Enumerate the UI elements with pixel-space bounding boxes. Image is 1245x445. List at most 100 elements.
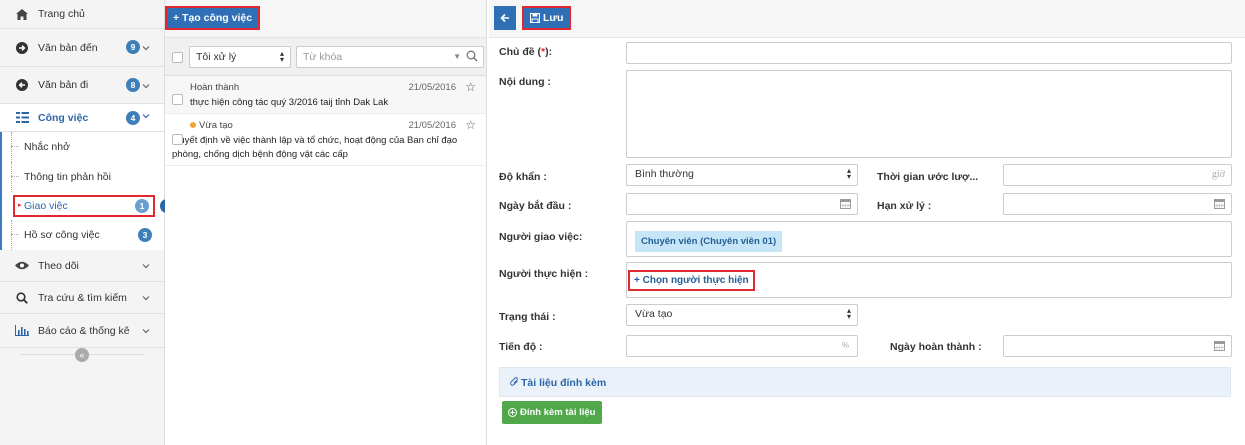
choose-performer-link[interactable]: + Chọn người thực hiện (628, 270, 755, 291)
progress-input[interactable]: % (626, 335, 858, 357)
sidebar-subitem-feedback[interactable]: Thông tin phản hồi (0, 162, 164, 192)
calendar-icon[interactable] (1214, 340, 1225, 351)
urgency-label: Độ khẩn : (499, 171, 547, 183)
search-icon[interactable] (466, 50, 478, 62)
deadline-input[interactable] (1003, 193, 1232, 215)
chevron-down-icon (142, 296, 150, 301)
count-badge: 8 (126, 78, 140, 92)
sidebar-item-label: Theo dõi (38, 259, 79, 272)
select-all-checkbox[interactable] (172, 52, 183, 63)
sidebar-subitem-label: Nhắc nhở (24, 141, 70, 153)
plus-circle-icon (508, 408, 517, 417)
save-button-label: Lưu (543, 12, 564, 24)
create-task-button[interactable]: + Tạo công việc (165, 6, 261, 30)
subject-label: Chủ đề (*): (499, 46, 553, 58)
search-icon (14, 291, 30, 304)
count-badge: 3 (138, 228, 152, 242)
task-list-panel: + Tạo công việc Tôi xử lý ▴ ▾ Từ khóa ▼ H… (165, 0, 487, 445)
sidebar-item-incoming-docs[interactable]: Văn bản đến 9 (0, 29, 164, 67)
search-placeholder: Từ khóa (303, 51, 343, 63)
task-form-panel: Lưu Chủ đề (*): Nội dung : Độ khẩn : Bìn… (489, 0, 1245, 445)
attachments-title: Tài liệu đính kèm (510, 377, 606, 389)
est-time-label: Thời gian ước lượ... (877, 171, 979, 183)
deadline-label: Hạn xử lý : (877, 200, 932, 212)
sidebar-item-lookup[interactable]: Tra cứu & tìm kiếm (0, 282, 164, 314)
back-button[interactable] (494, 6, 516, 30)
hours-suffix: giờ (1211, 169, 1225, 180)
filter-select-value: Tôi xử lý (196, 51, 237, 63)
task-status: Hoàn thành (190, 82, 240, 93)
sidebar-item-label: Văn bản đến (38, 41, 98, 54)
eye-icon (14, 261, 30, 270)
urgency-value: Bình thường (635, 168, 694, 180)
performer-field: + Chọn người thực hiện (626, 262, 1232, 298)
star-icon[interactable]: ☆ (465, 80, 476, 94)
content-textarea[interactable] (626, 70, 1232, 158)
sidebar-item-label: Văn bản đi (38, 79, 89, 91)
status-select[interactable]: Vừa tạo ▴ ▾ (626, 304, 858, 326)
task-status: Vừa tạo (199, 120, 233, 131)
sidebar-item-label: Báo cáo & thống kê (38, 324, 130, 337)
chevron-down-icon (142, 264, 150, 269)
sidebar-item-tasks[interactable]: Công việc 4 (0, 104, 164, 132)
completion-date-label: Ngày hoàn thành : (890, 341, 982, 353)
task-title: thực hiện công tác quý 3/2016 taij tỉnh … (190, 97, 389, 108)
assigner-field: Chuyên viên (Chuyên viên 01) (626, 221, 1232, 257)
task-row[interactable]: Vừa tạo 21/05/2016 ☆ Quyết định về việc … (165, 114, 486, 166)
home-icon (14, 8, 30, 20)
dropdown-arrow-icon[interactable]: ▼ (453, 52, 461, 61)
sidebar-item-outgoing-docs[interactable]: Văn bản đi 8 (0, 67, 164, 104)
arrow-left-icon (500, 13, 509, 23)
calendar-icon[interactable] (1214, 198, 1225, 209)
performer-label: Người thực hiện : (499, 268, 589, 280)
sidebar-subitem-task-files[interactable]: Hồ sơ công việc 3 (0, 220, 164, 250)
list-toolbar: + Tạo công việc (165, 0, 486, 38)
completion-date-input[interactable] (1003, 335, 1232, 357)
task-checkbox[interactable] (172, 134, 183, 145)
percent-suffix: % (841, 341, 849, 350)
sidebar-item-tracking[interactable]: Theo dõi (0, 250, 164, 282)
calendar-icon[interactable] (840, 198, 851, 209)
task-row[interactable]: Hoàn thành 21/05/2016 ☆ thực hiện công t… (165, 76, 486, 114)
double-chevron-left-icon[interactable]: « (75, 348, 89, 362)
subject-input[interactable] (626, 42, 1232, 64)
sidebar-subitem-reminders[interactable]: Nhắc nhở (0, 132, 164, 162)
select-arrows-icon: ▴ ▾ (279, 49, 284, 64)
star-icon[interactable]: ☆ (465, 118, 476, 132)
sidebar-subitem-assign[interactable]: ▸ Giao việc 1 (0, 192, 171, 220)
filter-row: Tôi xử lý ▴ ▾ Từ khóa ▼ (165, 38, 486, 76)
progress-label: Tiến độ : (499, 341, 543, 353)
arrow-circle-left-icon (14, 79, 30, 91)
start-date-label: Ngày bắt đầu : (499, 200, 572, 212)
sidebar-subitem-label: Hồ sơ công việc (24, 229, 100, 241)
status-dot (190, 122, 196, 128)
assigner-label: Người giao việc: (499, 231, 583, 243)
assigner-chip: Chuyên viên (Chuyên viên 01) (635, 231, 783, 252)
sidebar-item-home[interactable]: Trang chủ (0, 0, 164, 29)
filter-select[interactable]: Tôi xử lý ▴ ▾ (189, 46, 291, 68)
count-badge: 4 (126, 111, 140, 125)
attachments-section-header: Tài liệu đính kèm (499, 367, 1231, 397)
start-date-input[interactable] (626, 193, 858, 215)
save-button[interactable]: Lưu (522, 6, 572, 30)
task-checkbox[interactable] (172, 94, 183, 105)
floppy-disk-icon (530, 13, 540, 23)
paperclip-icon (510, 377, 518, 386)
attach-file-button[interactable]: Đính kèm tài liệu (502, 401, 602, 424)
est-time-input[interactable]: giờ (1003, 164, 1232, 186)
count-badge: 9 (126, 40, 140, 54)
search-input[interactable]: Từ khóa ▼ (296, 46, 484, 68)
caret-right-icon: ▸ (18, 202, 22, 209)
chevron-down-icon (142, 84, 150, 89)
status-label: Trạng thái : (499, 311, 556, 323)
sidebar-subitem-label: Giao việc (24, 200, 68, 212)
bar-chart-icon (14, 325, 30, 336)
task-date: 21/05/2016 (408, 82, 456, 93)
chevron-down-icon (142, 46, 150, 51)
content-label: Nội dung : (499, 76, 551, 88)
select-arrows-icon: ▴ ▾ (846, 306, 851, 321)
urgency-select[interactable]: Bình thường ▴ ▾ (626, 164, 858, 186)
status-value: Vừa tạo (635, 308, 673, 320)
task-date: 21/05/2016 (408, 120, 456, 131)
attach-file-button-label: Đính kèm tài liệu (520, 407, 596, 418)
